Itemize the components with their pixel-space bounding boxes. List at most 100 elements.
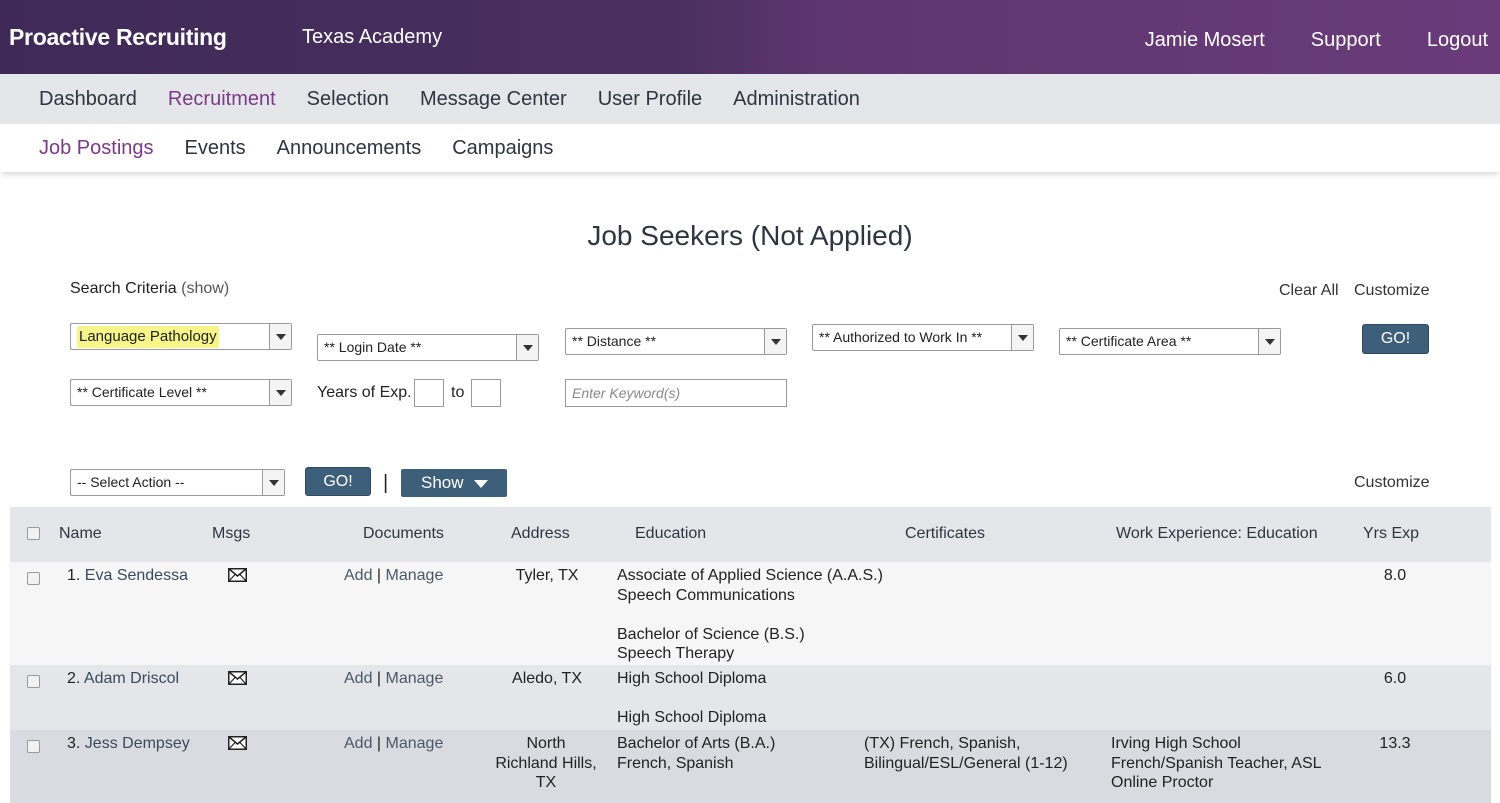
- table-row: 2. Adam Driscol Add | Manage Aledo, TX H…: [10, 665, 1491, 730]
- clear-all-link[interactable]: Clear All: [1279, 282, 1339, 300]
- row-name-cell: 2. Adam Driscol: [67, 669, 179, 689]
- address-line: Aledo, TX: [512, 670, 582, 687]
- area-select-value: Language Pathology: [77, 326, 219, 348]
- triangle-down-icon: [474, 480, 488, 488]
- education-spacer: [617, 689, 766, 709]
- row-name-cell: 1. Eva Sendessa: [67, 566, 188, 586]
- page-title: Job Seekers (Not Applied): [587, 220, 913, 251]
- row-number: 1.: [67, 567, 81, 584]
- education-line: Speech Communications: [617, 586, 795, 604]
- header-certificates[interactable]: Certificates: [905, 525, 985, 543]
- user-menu-link[interactable]: Jamie Mosert: [1145, 29, 1265, 52]
- documents-separator: |: [376, 735, 382, 752]
- years-max-input[interactable]: [471, 379, 501, 407]
- chevron-down-icon: [269, 324, 291, 349]
- header-work-experience[interactable]: Work Experience: Education: [1116, 525, 1318, 543]
- table-row: 1. Eva Sendessa Add | Manage Tyler, TX A…: [10, 562, 1491, 665]
- search-go-button[interactable]: GO!: [1362, 324, 1429, 354]
- chevron-down-icon: [516, 335, 538, 360]
- tab-announcements[interactable]: Announcements: [277, 137, 422, 160]
- nav-recruitment[interactable]: Recruitment: [168, 88, 276, 111]
- header-address[interactable]: Address: [511, 525, 570, 543]
- manage-documents-link[interactable]: Manage: [386, 567, 444, 584]
- envelope-icon[interactable]: [228, 736, 247, 750]
- organization-name: Texas Academy: [302, 26, 443, 48]
- seeker-name-link[interactable]: Eva Sendessa: [85, 567, 188, 584]
- work-line: French/Spanish Teacher, ASL: [1111, 754, 1322, 772]
- certificate-line: (TX) French, Spanish,: [864, 735, 1021, 752]
- chevron-down-icon: [1011, 325, 1033, 350]
- select-action-dropdown[interactable]: -- Select Action --: [70, 469, 285, 496]
- nav-user-profile[interactable]: User Profile: [598, 88, 702, 111]
- select-all-checkbox[interactable]: [27, 527, 40, 540]
- manage-documents-link[interactable]: Manage: [386, 670, 444, 687]
- work-line: Irving High School: [1111, 735, 1241, 752]
- documents-cell: Add | Manage: [344, 566, 443, 586]
- address-line: TX: [535, 774, 557, 791]
- row-checkbox[interactable]: [27, 740, 40, 753]
- row-name-cell: 3. Jess Dempsey: [67, 734, 190, 754]
- yrs-exp-cell: 6.0: [1383, 670, 1407, 687]
- certificate-area-select[interactable]: ** Certificate Area **: [1059, 328, 1281, 355]
- search-criteria-text: Search Criteria: [70, 280, 177, 297]
- add-document-link[interactable]: Add: [344, 567, 372, 584]
- work-experience-cell: Irving High School French/Spanish Teache…: [1111, 734, 1322, 793]
- education-line: High School Diploma: [617, 670, 767, 687]
- action-go-button[interactable]: GO!: [305, 467, 371, 496]
- nav-dashboard[interactable]: Dashboard: [39, 88, 137, 111]
- table-row: 3. Jess Dempsey Add | Manage North Richl…: [10, 730, 1491, 803]
- education-line: French, Spanish: [617, 754, 734, 772]
- seeker-name-link[interactable]: Jess Dempsey: [85, 735, 190, 752]
- area-select[interactable]: Language Pathology: [70, 323, 292, 350]
- education-spacer: [617, 605, 883, 625]
- education-line: Bachelor of Arts (B.A.): [617, 735, 776, 752]
- login-date-select[interactable]: ** Login Date **: [317, 334, 539, 361]
- show-columns-button[interactable]: Show: [401, 469, 507, 497]
- nav-administration[interactable]: Administration: [733, 88, 860, 111]
- education-line: Speech Therapy: [617, 645, 735, 662]
- yrs-exp-cell: 13.3: [1379, 735, 1411, 752]
- tab-events[interactable]: Events: [185, 137, 246, 160]
- address-line: North: [526, 735, 566, 752]
- row-checkbox[interactable]: [27, 675, 40, 688]
- header-documents[interactable]: Documents: [363, 525, 444, 543]
- years-min-input[interactable]: [414, 379, 444, 407]
- add-document-link[interactable]: Add: [344, 735, 372, 752]
- logout-link[interactable]: Logout: [1427, 29, 1488, 52]
- manage-documents-link[interactable]: Manage: [386, 735, 444, 752]
- support-link[interactable]: Support: [1311, 29, 1381, 52]
- keyword-input[interactable]: Enter Keyword(s): [565, 379, 787, 407]
- row-checkbox[interactable]: [27, 572, 40, 585]
- envelope-icon[interactable]: [228, 568, 247, 582]
- header-yrs-exp[interactable]: Yrs Exp: [1363, 525, 1419, 543]
- nav-message-center[interactable]: Message Center: [420, 88, 567, 111]
- nav-selection[interactable]: Selection: [307, 88, 389, 111]
- education-cell: Bachelor of Arts (B.A.) French, Spanish: [617, 734, 775, 773]
- documents-separator: |: [376, 567, 382, 584]
- documents-cell: Add | Manage: [344, 734, 443, 754]
- search-criteria-show-link[interactable]: (show): [181, 280, 229, 297]
- years-exp-label: Years of Exp.: [317, 384, 412, 401]
- customize-search-link[interactable]: Customize: [1354, 282, 1430, 300]
- yrs-exp-cell: 8.0: [1383, 567, 1407, 584]
- envelope-icon[interactable]: [228, 671, 247, 685]
- customize-table-link[interactable]: Customize: [1354, 474, 1430, 492]
- tab-job-postings[interactable]: Job Postings: [39, 137, 154, 160]
- add-document-link[interactable]: Add: [344, 670, 372, 687]
- authorized-select[interactable]: ** Authorized to Work In **: [812, 324, 1034, 351]
- tab-campaigns[interactable]: Campaigns: [452, 137, 553, 160]
- certificate-level-select[interactable]: ** Certificate Level **: [70, 379, 292, 406]
- header-education[interactable]: Education: [635, 525, 706, 543]
- brand-logo[interactable]: Proactive Recruiting: [9, 24, 227, 51]
- header-msgs[interactable]: Msgs: [212, 525, 250, 543]
- certificate-area-value: ** Certificate Area **: [1066, 333, 1192, 349]
- address-cell: Aledo, TX: [497, 669, 597, 689]
- years-to-label: to: [451, 384, 465, 401]
- address-line: Richland Hills,: [495, 754, 597, 772]
- certificate-line: Bilingual/ESL/General (1-12): [864, 754, 1068, 772]
- table-header: Name Msgs Documents Address Education Ce…: [10, 507, 1491, 562]
- distance-select[interactable]: ** Distance **: [565, 328, 787, 355]
- seeker-name-link[interactable]: Adam Driscol: [84, 670, 179, 687]
- show-button-label: Show: [421, 473, 464, 492]
- header-name[interactable]: Name: [59, 525, 102, 543]
